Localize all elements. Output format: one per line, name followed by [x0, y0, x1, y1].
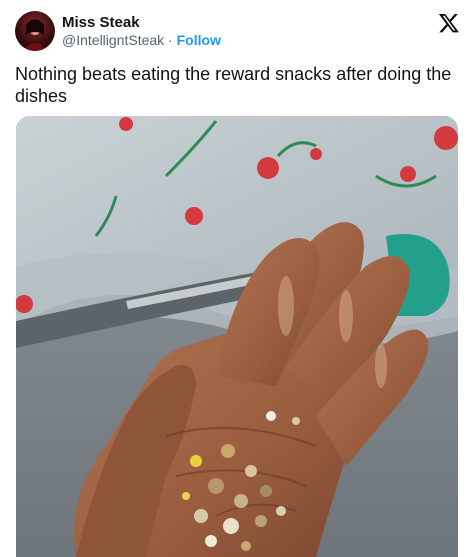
- author-handle[interactable]: @IntelligntSteak: [62, 32, 164, 48]
- author-display-name[interactable]: Miss Steak: [62, 14, 140, 31]
- follow-button[interactable]: Follow: [177, 32, 221, 48]
- separator-dot: ·: [168, 32, 173, 48]
- author-handle-row: @IntelligntSteak · Follow: [62, 32, 221, 48]
- tweet-photo[interactable]: [16, 116, 458, 557]
- tweet-text: Nothing beats eating the reward snacks a…: [15, 64, 452, 106]
- x-logo-icon[interactable]: [438, 12, 460, 34]
- avatar[interactable]: [15, 11, 55, 51]
